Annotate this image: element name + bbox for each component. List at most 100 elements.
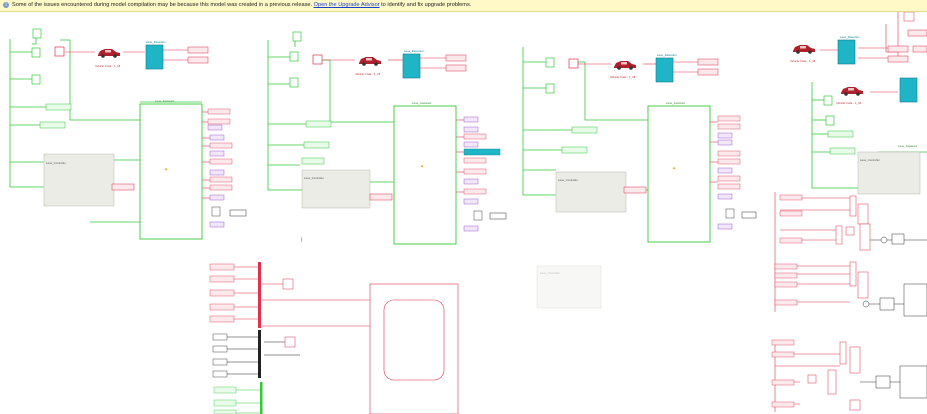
goto-tag[interactable] bbox=[445, 64, 467, 72]
lane-detection-block[interactable] bbox=[837, 39, 856, 65]
constant-block[interactable] bbox=[545, 83, 555, 94]
constant-block[interactable] bbox=[823, 95, 833, 106]
bus-section: ⌇ bbox=[209, 237, 459, 414]
constant-block[interactable] bbox=[289, 51, 299, 62]
scope-block[interactable] bbox=[568, 58, 579, 69]
from-tag[interactable] bbox=[561, 146, 588, 154]
bus-input-tags bbox=[209, 263, 237, 414]
switch-block[interactable] bbox=[879, 297, 895, 311]
section-2: Vehicle Code - 1_18 Lane_Detection Lane_… bbox=[267, 31, 507, 245]
car-icon[interactable] bbox=[98, 49, 120, 58]
product-block[interactable] bbox=[807, 374, 817, 384]
goto-tag[interactable] bbox=[623, 186, 647, 194]
stateflow-icon: ✦ bbox=[164, 167, 168, 173]
upgrade-advisor-link[interactable]: Open the Upgrade Advisor bbox=[314, 2, 380, 8]
logic-block[interactable] bbox=[857, 271, 869, 299]
lane-detection-block[interactable] bbox=[402, 53, 421, 79]
lane-detection-block[interactable] bbox=[899, 77, 918, 103]
constant-block[interactable] bbox=[32, 28, 42, 39]
lane-detection-block[interactable] bbox=[145, 44, 164, 70]
sum-block[interactable] bbox=[862, 300, 870, 308]
from-tag[interactable] bbox=[45, 103, 72, 111]
gain-block[interactable] bbox=[839, 341, 847, 365]
scope-block[interactable] bbox=[282, 278, 294, 290]
logic-block[interactable] bbox=[849, 399, 861, 411]
stateflow-icon: ✦ bbox=[672, 166, 676, 172]
commented-block[interactable]: Lane_Controller bbox=[536, 265, 602, 309]
logic-section-right bbox=[771, 192, 927, 412]
gain-block[interactable] bbox=[849, 195, 857, 217]
product-block[interactable] bbox=[845, 226, 855, 236]
bus-creator-red[interactable] bbox=[258, 262, 261, 328]
constant-block[interactable] bbox=[292, 31, 302, 42]
vehicle-block-label: Vehicle Code - 1_18 bbox=[95, 64, 121, 68]
banner-suffix-text: to identify and fix upgrade problems. bbox=[381, 2, 472, 8]
goto-tag[interactable] bbox=[369, 193, 393, 201]
goto-tag[interactable] bbox=[445, 54, 467, 62]
bus-creator-black[interactable] bbox=[258, 330, 261, 378]
section-4: Vehicle Code - 1_18 Lane_Detection Vehic… bbox=[790, 12, 927, 195]
car-icon[interactable] bbox=[614, 61, 636, 70]
from-tag[interactable] bbox=[305, 120, 332, 128]
constant-block[interactable] bbox=[545, 57, 555, 68]
goto-tag[interactable] bbox=[111, 183, 135, 191]
goto-tag[interactable] bbox=[887, 45, 909, 53]
gain-block[interactable] bbox=[849, 261, 857, 287]
subsystem-title: Lane_Assistant bbox=[412, 101, 431, 105]
lane-detection-block[interactable] bbox=[655, 57, 674, 83]
from-tag[interactable] bbox=[827, 130, 854, 138]
svg-text:Lane_Controller: Lane_Controller bbox=[540, 271, 560, 275]
goto-tag[interactable] bbox=[907, 29, 927, 37]
subsystem-title: Lane_Assistant bbox=[666, 101, 685, 105]
goto-tag[interactable] bbox=[187, 46, 209, 54]
goto-tag[interactable] bbox=[697, 68, 719, 76]
scope-block[interactable] bbox=[903, 283, 927, 317]
gain-block[interactable] bbox=[835, 225, 843, 245]
sum-block[interactable] bbox=[880, 236, 888, 244]
output-tags bbox=[207, 108, 247, 228]
logic-block[interactable] bbox=[857, 203, 869, 225]
constant-block[interactable] bbox=[31, 74, 41, 85]
from-tag[interactable] bbox=[301, 157, 325, 165]
controller-label: Lane_Controller bbox=[46, 161, 66, 165]
output-tags bbox=[717, 115, 757, 230]
logic-block[interactable] bbox=[849, 346, 861, 374]
goto-tag[interactable] bbox=[187, 56, 209, 64]
model-canvas[interactable]: Vehicle Code - 1_18 Lane_Detection Lane_… bbox=[0, 12, 927, 414]
scope-block[interactable] bbox=[903, 12, 915, 22]
banner-prefix-text: Some of the issues encountered during mo… bbox=[12, 2, 313, 8]
subsystem-title: Lane_Assistant bbox=[155, 99, 174, 103]
scope-block[interactable] bbox=[284, 336, 296, 348]
subsystem-title: Lane_Assistant bbox=[898, 144, 917, 148]
from-tag[interactable] bbox=[303, 141, 330, 149]
car-icon[interactable] bbox=[841, 87, 863, 96]
bus-creator-green[interactable] bbox=[260, 382, 263, 414]
scope-block[interactable] bbox=[312, 54, 323, 65]
from-tag[interactable] bbox=[39, 121, 66, 129]
output-tags bbox=[463, 116, 507, 232]
car-icon[interactable] bbox=[793, 45, 815, 54]
scope-block[interactable] bbox=[899, 365, 927, 399]
lane-assistant-subsystem[interactable] bbox=[393, 105, 457, 245]
constant-block[interactable] bbox=[825, 115, 835, 126]
goto-tag[interactable] bbox=[697, 58, 719, 66]
stateflow-chart[interactable] bbox=[369, 283, 459, 414]
info-icon: i bbox=[3, 1, 9, 8]
goto-tag[interactable] bbox=[887, 55, 909, 63]
from-tag[interactable] bbox=[829, 147, 856, 155]
switch-block[interactable] bbox=[875, 375, 891, 389]
scope-block[interactable] bbox=[54, 46, 65, 57]
constant-block[interactable] bbox=[289, 77, 299, 88]
lane-assistant-subsystem[interactable] bbox=[139, 103, 203, 240]
gain-block[interactable] bbox=[827, 369, 837, 395]
goto-tag[interactable] bbox=[912, 45, 927, 53]
from-tag[interactable] bbox=[571, 126, 598, 134]
car-icon[interactable] bbox=[359, 57, 381, 66]
constant-block[interactable] bbox=[31, 47, 41, 58]
from-tags-right bbox=[771, 194, 803, 408]
switch-block[interactable] bbox=[891, 233, 905, 245]
logic-block[interactable] bbox=[859, 223, 871, 251]
vehicle-block-label: Vehicle Code - 1_18 bbox=[610, 75, 636, 79]
lane-assistant-subsystem[interactable] bbox=[647, 105, 711, 243]
controller-label: Lane_Controller bbox=[860, 158, 880, 162]
